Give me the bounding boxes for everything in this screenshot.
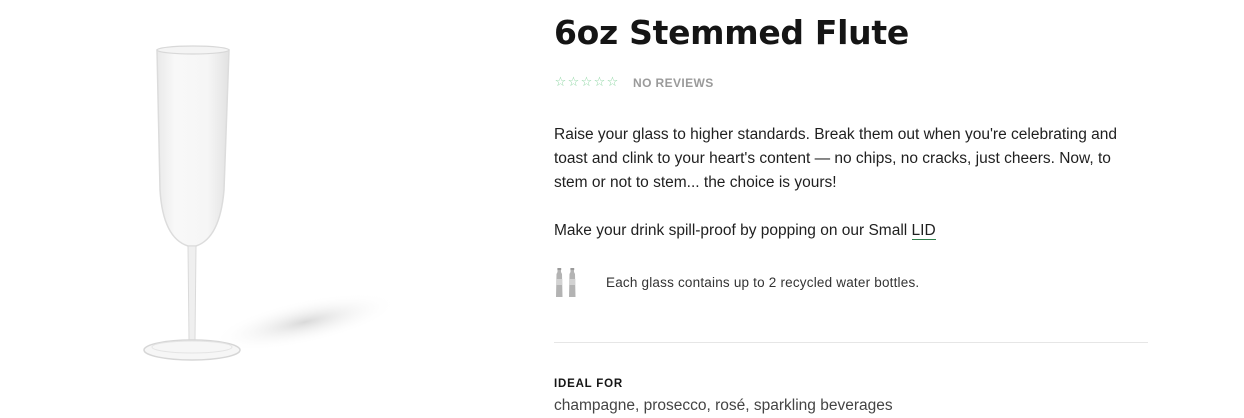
ideal-for-value: champagne, prosecco, rosé, sparkling bev… [554,397,893,414]
recycled-info-text: Each glass contains up to 2 recycled wat… [606,274,920,290]
section-divider [554,342,1148,343]
product-title: 6oz Stemmed Flute [554,13,909,52]
recycled-info: Each glass contains up to 2 recycled wat… [554,266,919,298]
product-image [0,0,520,418]
ideal-for-label: IDEAL FOR [554,378,623,390]
water-bottles-icon [556,268,576,297]
star-icon: ☆ [554,75,567,90]
product-description: Raise your glass to higher standards. Br… [554,126,1118,191]
star-icon: ☆ [606,75,619,90]
star-icon: ☆ [593,75,606,90]
review-count-label[interactable]: NO REVIEWS [633,76,714,90]
star-rating: ☆ ☆ ☆ ☆ ☆ [554,76,619,90]
star-icon: ☆ [567,75,580,90]
lid-promo-text: Make your drink spill-proof by popping o… [554,222,912,239]
lid-promo: Make your drink spill-proof by popping o… [554,219,936,243]
star-icon: ☆ [580,75,593,90]
rating-summary[interactable]: ☆ ☆ ☆ ☆ ☆ NO REVIEWS [554,76,714,91]
stemmed-flute-image [143,45,399,361]
lid-link[interactable]: LID [911,222,936,240]
